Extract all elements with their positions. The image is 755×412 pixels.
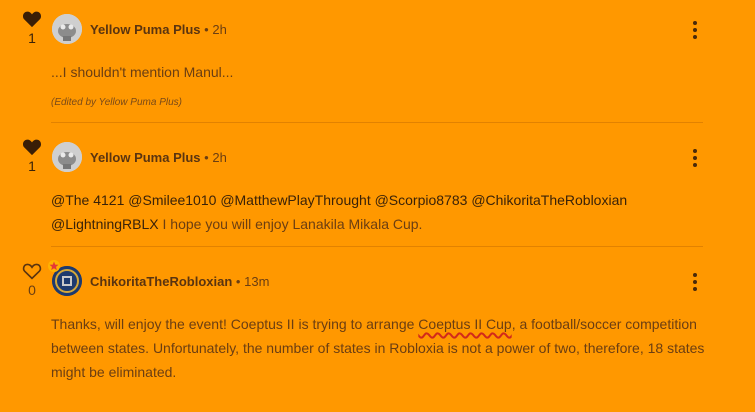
like-control[interactable]: 1 [18,138,46,174]
like-count: 1 [28,158,36,174]
like-control[interactable]: 0 [18,262,46,298]
mention-link[interactable]: @ChikoritaTheRobloxian [471,192,627,208]
avatar[interactable] [52,142,82,172]
mention-link[interactable]: @The 4121 [51,192,124,208]
mention-link[interactable]: @Scorpio8783 [375,192,468,208]
separator: • [204,150,209,165]
more-vertical-icon[interactable] [693,273,699,291]
mention-link[interactable]: @MatthewPlayThrought [220,192,370,208]
author-name[interactable]: ChikoritaTheRobloxian [90,274,232,289]
author-name[interactable]: Yellow Puma Plus [90,150,201,165]
post-text: @The 4121 @Smilee1010 @MatthewPlayThroug… [51,188,711,236]
separator: • [204,22,209,37]
mention-link[interactable]: @LightningRBLX [51,216,159,232]
author-name[interactable]: Yellow Puma Plus [90,22,201,37]
divider [51,246,703,247]
heart-icon[interactable] [22,262,42,280]
heart-icon[interactable] [22,138,42,156]
mention-link[interactable]: @Smilee1010 [128,192,216,208]
post-1: 1 Yellow Puma Plus • 2h ...I shouldn't m… [0,0,755,123]
divider [51,122,703,123]
avatar-image [52,14,82,44]
post-time[interactable]: 2h [212,150,226,165]
post-text: Thanks, will enjoy the event! Coeptus II… [51,312,711,384]
author-line: Yellow Puma Plus • 2h [90,22,227,37]
heart-icon[interactable] [22,10,42,28]
post-time[interactable]: 2h [212,22,226,37]
more-vertical-icon[interactable] [693,149,699,167]
edited-note: (Edited by Yellow Puma Plus) [51,97,182,108]
like-control[interactable]: 1 [18,10,46,46]
post-text-part: Thanks, will enjoy the event! Coeptus II… [51,316,419,332]
like-count: 1 [28,30,36,46]
separator: • [235,274,241,289]
more-vertical-icon[interactable] [693,21,699,39]
author-line: ChikoritaTheRobloxian • 13m [90,274,269,289]
avatar[interactable] [52,14,82,44]
post-text-remainder: I hope you will enjoy Lanakila Mikala Cu… [162,216,423,232]
post-text: ...I shouldn't mention Manul... [51,64,234,80]
avatar-image [52,142,82,172]
like-count: 0 [28,282,36,298]
star-badge-icon [48,260,60,272]
author-line: Yellow Puma Plus • 2h [90,150,227,165]
misspelled-word: Coeptus II Cup [418,316,512,332]
post-time[interactable]: 13m [244,274,269,289]
